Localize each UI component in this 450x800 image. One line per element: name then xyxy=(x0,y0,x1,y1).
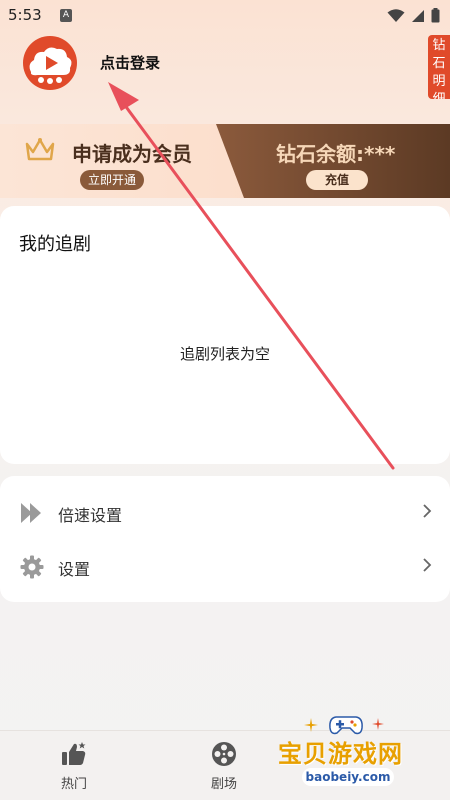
settings-card: 倍速设置 设置 xyxy=(0,476,450,602)
tab-theater[interactable]: 剧场 xyxy=(194,741,254,792)
wifi-icon xyxy=(387,8,405,22)
diamond-detail-button[interactable]: 钻石明细 xyxy=(428,35,450,99)
watermark: 宝贝游戏网 baobeiy.com xyxy=(276,712,450,800)
status-bar: 5:53 A xyxy=(0,0,450,32)
activate-button[interactable]: 立即开通 xyxy=(80,170,144,190)
status-icons xyxy=(387,8,440,23)
playback-speed-label: 倍速设置 xyxy=(58,506,123,525)
fast-forward-icon xyxy=(21,503,41,523)
login-link[interactable]: 点击登录 xyxy=(100,52,160,73)
chevron-right-icon xyxy=(423,504,432,518)
battery-icon xyxy=(431,8,440,23)
my-drama-title: 我的追剧 xyxy=(19,234,91,255)
crown-icon xyxy=(25,138,55,161)
recharge-button[interactable]: 充值 xyxy=(306,170,368,190)
member-title: 申请成为会员 xyxy=(72,142,192,166)
film-reel-icon xyxy=(212,742,236,766)
arrow-head-icon xyxy=(108,82,139,111)
settings-item[interactable]: 设置 xyxy=(0,542,450,592)
gear-icon xyxy=(20,555,44,579)
tab-hot-label: 热门 xyxy=(60,777,87,792)
tab-hot[interactable]: 热门 xyxy=(44,741,104,792)
sparkle-icon xyxy=(304,718,318,732)
avatar[interactable] xyxy=(17,34,83,94)
gamepad-icon xyxy=(329,716,363,735)
drama-empty-text: 追剧列表为空 xyxy=(179,345,270,363)
status-time: 5:53 xyxy=(8,6,42,24)
notification-badge: A xyxy=(60,9,72,22)
watermark-text: 宝贝游戏网 xyxy=(278,740,403,768)
settings-label: 设置 xyxy=(58,560,91,579)
signal-icon xyxy=(412,9,424,22)
tab-theater-label: 剧场 xyxy=(210,777,237,792)
thumbs-up-icon xyxy=(62,742,86,765)
sparkle-icon xyxy=(372,718,384,730)
watermark-url: baobeiy.com xyxy=(302,768,394,786)
app-logo-icon xyxy=(23,36,77,90)
diamond-balance: 钻石余额:*** xyxy=(276,142,396,166)
my-drama-card: 我的追剧 追剧列表为空 xyxy=(0,206,450,464)
playback-speed-setting[interactable]: 倍速设置 xyxy=(0,488,450,538)
member-banner: 申请成为会员 立即开通 钻石余额:*** 充值 xyxy=(0,124,450,198)
chevron-right-icon xyxy=(423,558,432,572)
